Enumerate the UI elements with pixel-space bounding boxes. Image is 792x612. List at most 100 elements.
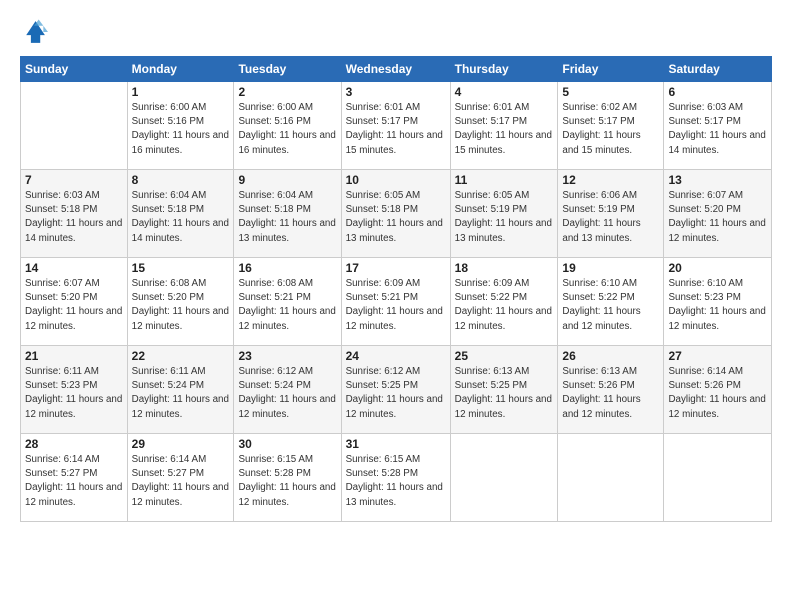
day-cell: 3 Sunrise: 6:01 AMSunset: 5:17 PMDaylight… [341, 82, 450, 170]
calendar-header-row: SundayMondayTuesdayWednesdayThursdayFrid… [21, 57, 772, 82]
col-header-sunday: Sunday [21, 57, 128, 82]
day-number: 10 [346, 173, 446, 187]
day-number: 15 [132, 261, 230, 275]
day-number: 25 [455, 349, 554, 363]
header [20, 18, 772, 46]
day-number: 3 [346, 85, 446, 99]
day-cell: 6 Sunrise: 6:03 AMSunset: 5:17 PMDaylight… [664, 82, 772, 170]
day-number: 16 [238, 261, 336, 275]
day-info: Sunrise: 6:14 AMSunset: 5:27 PMDaylight:… [25, 454, 122, 508]
day-info: Sunrise: 6:07 AMSunset: 5:20 PMDaylight:… [668, 190, 765, 244]
day-cell [558, 434, 664, 522]
week-row-1: 1Sunrise: 6:00 AMSunset: 5:16 PMDaylight… [21, 82, 772, 170]
day-info: Sunrise: 6:12 AMSunset: 5:25 PMDaylight:… [346, 366, 443, 420]
day-number: 28 [25, 437, 123, 451]
day-info: Sunrise: 6:06 AMSunset: 5:19 PMDaylight:… [562, 190, 640, 244]
day-number: 18 [455, 261, 554, 275]
day-number: 12 [562, 173, 659, 187]
day-info: Sunrise: 6:05 AMSunset: 5:19 PMDaylight:… [455, 190, 552, 244]
day-cell [450, 434, 558, 522]
col-header-tuesday: Tuesday [234, 57, 341, 82]
col-header-friday: Friday [558, 57, 664, 82]
day-number: 31 [346, 437, 446, 451]
calendar-table: SundayMondayTuesdayWednesdayThursdayFrid… [20, 56, 772, 522]
day-info: Sunrise: 6:08 AMSunset: 5:20 PMDaylight:… [132, 278, 229, 332]
week-row-4: 21Sunrise: 6:11 AMSunset: 5:23 PMDayligh… [21, 346, 772, 434]
day-info: Sunrise: 6:05 AMSunset: 5:18 PMDaylight:… [346, 190, 443, 244]
day-cell: 4 Sunrise: 6:01 AMSunset: 5:17 PMDaylight… [450, 82, 558, 170]
day-cell: 10 Sunrise: 6:05 AMSunset: 5:18 PMDayligh… [341, 170, 450, 258]
page: SundayMondayTuesdayWednesdayThursdayFrid… [0, 0, 792, 612]
col-header-saturday: Saturday [664, 57, 772, 82]
day-number: 19 [562, 261, 659, 275]
day-number: 17 [346, 261, 446, 275]
day-number: 13 [668, 173, 767, 187]
day-info: Sunrise: 6:03 AMSunset: 5:17 PMDaylight:… [668, 102, 765, 156]
day-info: Sunrise: 6:04 AMSunset: 5:18 PMDaylight:… [238, 190, 335, 244]
day-info: Sunrise: 6:01 AMSunset: 5:17 PMDaylight:… [455, 102, 552, 156]
day-cell: 11 Sunrise: 6:05 AMSunset: 5:19 PMDayligh… [450, 170, 558, 258]
day-cell: 26Sunrise: 6:13 AMSunset: 5:26 PMDayligh… [558, 346, 664, 434]
day-number: 2 [238, 85, 336, 99]
day-info: Sunrise: 6:07 AMSunset: 5:20 PMDaylight:… [25, 278, 122, 332]
col-header-thursday: Thursday [450, 57, 558, 82]
day-info: Sunrise: 6:03 AMSunset: 5:18 PMDaylight:… [25, 190, 122, 244]
day-number: 20 [668, 261, 767, 275]
day-info: Sunrise: 6:09 AMSunset: 5:22 PMDaylight:… [455, 278, 552, 332]
logo [20, 18, 52, 46]
day-number: 7 [25, 173, 123, 187]
day-cell: 23Sunrise: 6:12 AMSunset: 5:24 PMDayligh… [234, 346, 341, 434]
day-info: Sunrise: 6:14 AMSunset: 5:26 PMDaylight:… [668, 366, 765, 420]
week-row-5: 28 Sunrise: 6:14 AMSunset: 5:27 PMDayligh… [21, 434, 772, 522]
day-cell: 30Sunrise: 6:15 AMSunset: 5:28 PMDayligh… [234, 434, 341, 522]
day-number: 26 [562, 349, 659, 363]
day-cell: 29Sunrise: 6:14 AMSunset: 5:27 PMDayligh… [127, 434, 234, 522]
day-number: 6 [668, 85, 767, 99]
day-number: 4 [455, 85, 554, 99]
logo-icon [20, 18, 48, 46]
day-info: Sunrise: 6:11 AMSunset: 5:24 PMDaylight:… [132, 366, 229, 420]
day-cell: 19 Sunrise: 6:10 AMSunset: 5:22 PMDayligh… [558, 258, 664, 346]
day-cell: 5Sunrise: 6:02 AMSunset: 5:17 PMDaylight… [558, 82, 664, 170]
day-cell: 25 Sunrise: 6:13 AMSunset: 5:25 PMDayligh… [450, 346, 558, 434]
day-cell: 18 Sunrise: 6:09 AMSunset: 5:22 PMDayligh… [450, 258, 558, 346]
day-cell: 2 Sunrise: 6:00 AMSunset: 5:16 PMDaylight… [234, 82, 341, 170]
day-info: Sunrise: 6:00 AMSunset: 5:16 PMDaylight:… [238, 102, 335, 156]
day-cell: 13 Sunrise: 6:07 AMSunset: 5:20 PMDayligh… [664, 170, 772, 258]
day-cell: 15 Sunrise: 6:08 AMSunset: 5:20 PMDayligh… [127, 258, 234, 346]
col-header-monday: Monday [127, 57, 234, 82]
day-cell: 8 Sunrise: 6:04 AMSunset: 5:18 PMDaylight… [127, 170, 234, 258]
day-cell: 22Sunrise: 6:11 AMSunset: 5:24 PMDayligh… [127, 346, 234, 434]
day-info: Sunrise: 6:10 AMSunset: 5:22 PMDaylight:… [562, 278, 640, 332]
day-number: 29 [132, 437, 230, 451]
col-header-wednesday: Wednesday [341, 57, 450, 82]
day-cell: 7 Sunrise: 6:03 AMSunset: 5:18 PMDaylight… [21, 170, 128, 258]
week-row-2: 7 Sunrise: 6:03 AMSunset: 5:18 PMDaylight… [21, 170, 772, 258]
day-info: Sunrise: 6:04 AMSunset: 5:18 PMDaylight:… [132, 190, 229, 244]
day-cell: 1Sunrise: 6:00 AMSunset: 5:16 PMDaylight… [127, 82, 234, 170]
day-number: 14 [25, 261, 123, 275]
day-number: 27 [668, 349, 767, 363]
day-info: Sunrise: 6:01 AMSunset: 5:17 PMDaylight:… [346, 102, 443, 156]
day-number: 8 [132, 173, 230, 187]
day-cell [664, 434, 772, 522]
day-info: Sunrise: 6:08 AMSunset: 5:21 PMDaylight:… [238, 278, 335, 332]
day-info: Sunrise: 6:11 AMSunset: 5:23 PMDaylight:… [25, 366, 122, 420]
day-number: 11 [455, 173, 554, 187]
day-cell: 27 Sunrise: 6:14 AMSunset: 5:26 PMDayligh… [664, 346, 772, 434]
day-cell: 31 Sunrise: 6:15 AMSunset: 5:28 PMDayligh… [341, 434, 450, 522]
day-info: Sunrise: 6:13 AMSunset: 5:25 PMDaylight:… [455, 366, 552, 420]
week-row-3: 14 Sunrise: 6:07 AMSunset: 5:20 PMDayligh… [21, 258, 772, 346]
day-info: Sunrise: 6:10 AMSunset: 5:23 PMDaylight:… [668, 278, 765, 332]
day-number: 9 [238, 173, 336, 187]
day-cell: 14 Sunrise: 6:07 AMSunset: 5:20 PMDayligh… [21, 258, 128, 346]
day-number: 30 [238, 437, 336, 451]
day-info: Sunrise: 6:00 AMSunset: 5:16 PMDaylight:… [132, 102, 229, 156]
day-info: Sunrise: 6:15 AMSunset: 5:28 PMDaylight:… [346, 454, 443, 508]
day-cell: 28 Sunrise: 6:14 AMSunset: 5:27 PMDayligh… [21, 434, 128, 522]
day-cell: 21Sunrise: 6:11 AMSunset: 5:23 PMDayligh… [21, 346, 128, 434]
day-cell: 24 Sunrise: 6:12 AMSunset: 5:25 PMDayligh… [341, 346, 450, 434]
day-cell: 17Sunrise: 6:09 AMSunset: 5:21 PMDayligh… [341, 258, 450, 346]
day-cell: 9 Sunrise: 6:04 AMSunset: 5:18 PMDaylight… [234, 170, 341, 258]
day-number: 24 [346, 349, 446, 363]
